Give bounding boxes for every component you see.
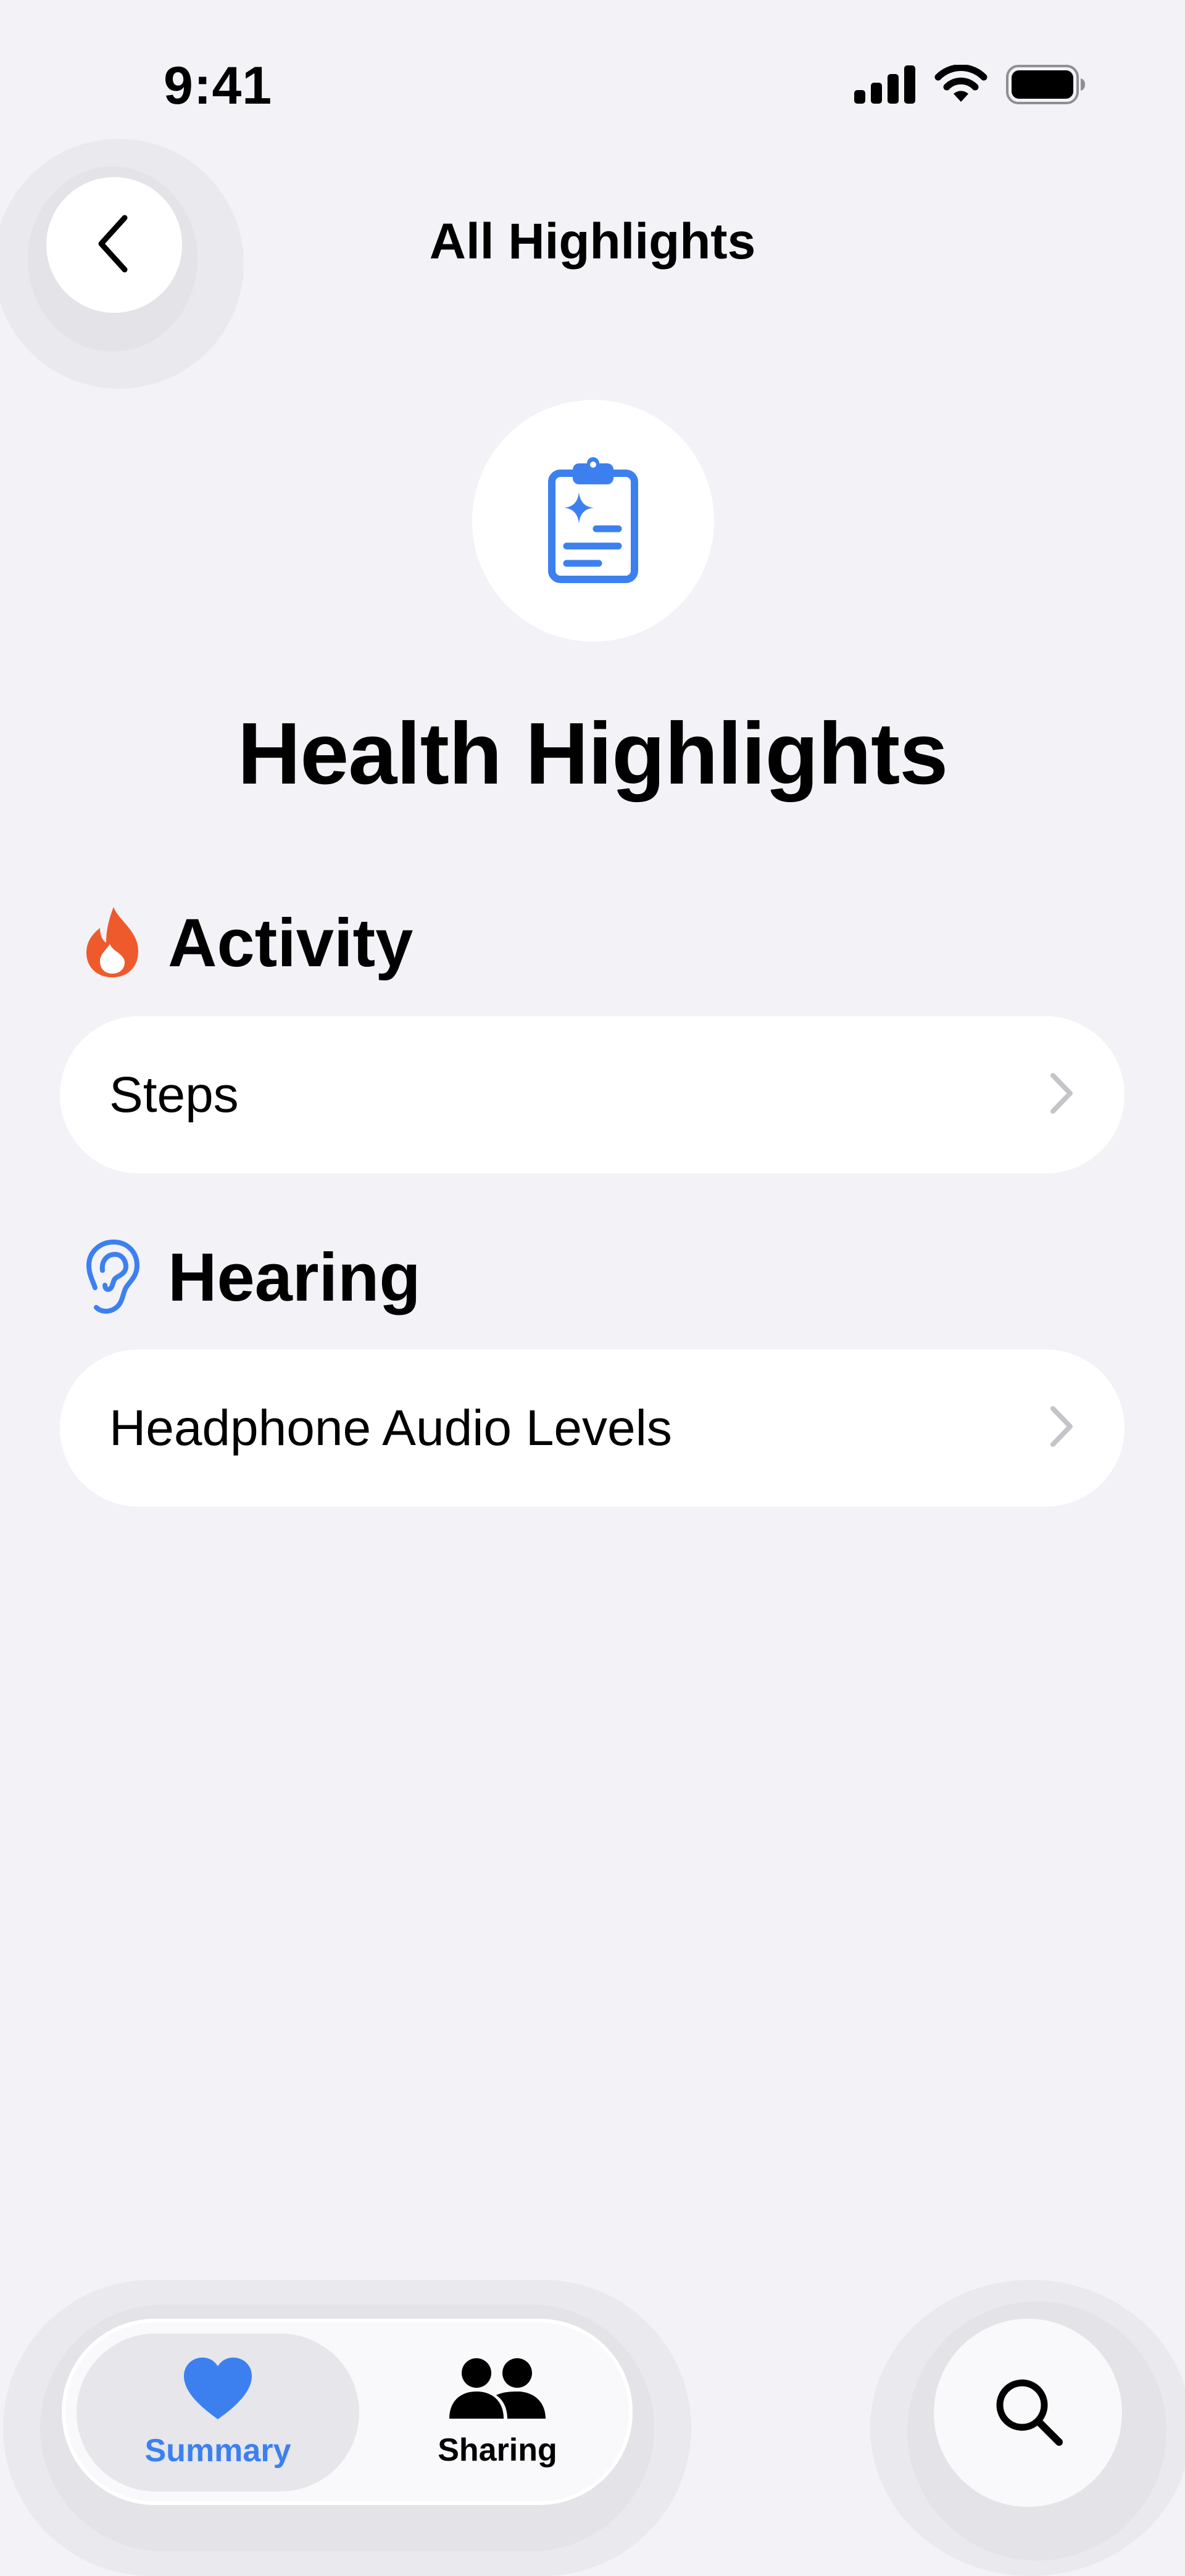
nav-title: All Highlights (429, 213, 756, 270)
flame-icon (81, 905, 143, 982)
battery-icon (1006, 65, 1086, 107)
section-title-hearing: Hearing (168, 1240, 421, 1315)
chevron-right-icon (1048, 1072, 1075, 1118)
ear-icon (81, 1237, 143, 1318)
wifi-icon (933, 64, 989, 107)
tab-label-sharing: Sharing (438, 2432, 557, 2468)
row-label-steps: Steps (109, 1066, 239, 1123)
tab-label-summary: Summary (144, 2432, 291, 2469)
status-bar: 9:41 (0, 0, 1185, 142)
row-label-headphone-audio-levels: Headphone Audio Levels (109, 1399, 672, 1456)
heart-icon (181, 2356, 254, 2424)
tab-bar: Summary Sharing (62, 2319, 633, 2505)
search-icon (992, 2375, 1064, 2450)
status-time: 9:41 (164, 56, 273, 115)
section-header-activity: Activity (81, 904, 413, 982)
list-row-steps[interactable]: Steps (60, 1016, 1125, 1174)
tab-sharing[interactable]: Sharing (374, 2334, 621, 2491)
hero-icon-circle (472, 400, 714, 642)
section-title-activity: Activity (168, 905, 414, 981)
people-icon (448, 2357, 547, 2423)
page-title: Health Highlights (237, 705, 949, 803)
status-icons (854, 64, 1086, 107)
section-header-hearing: Hearing (81, 1237, 421, 1318)
chevron-right-icon (1048, 1405, 1075, 1451)
cellular-signal-icon (854, 65, 916, 107)
tab-summary[interactable]: Summary (77, 2334, 359, 2491)
search-button[interactable] (934, 2319, 1122, 2507)
clipboard-sparkle-icon (547, 455, 639, 587)
list-row-headphone-audio-levels[interactable]: Headphone Audio Levels (60, 1349, 1125, 1507)
